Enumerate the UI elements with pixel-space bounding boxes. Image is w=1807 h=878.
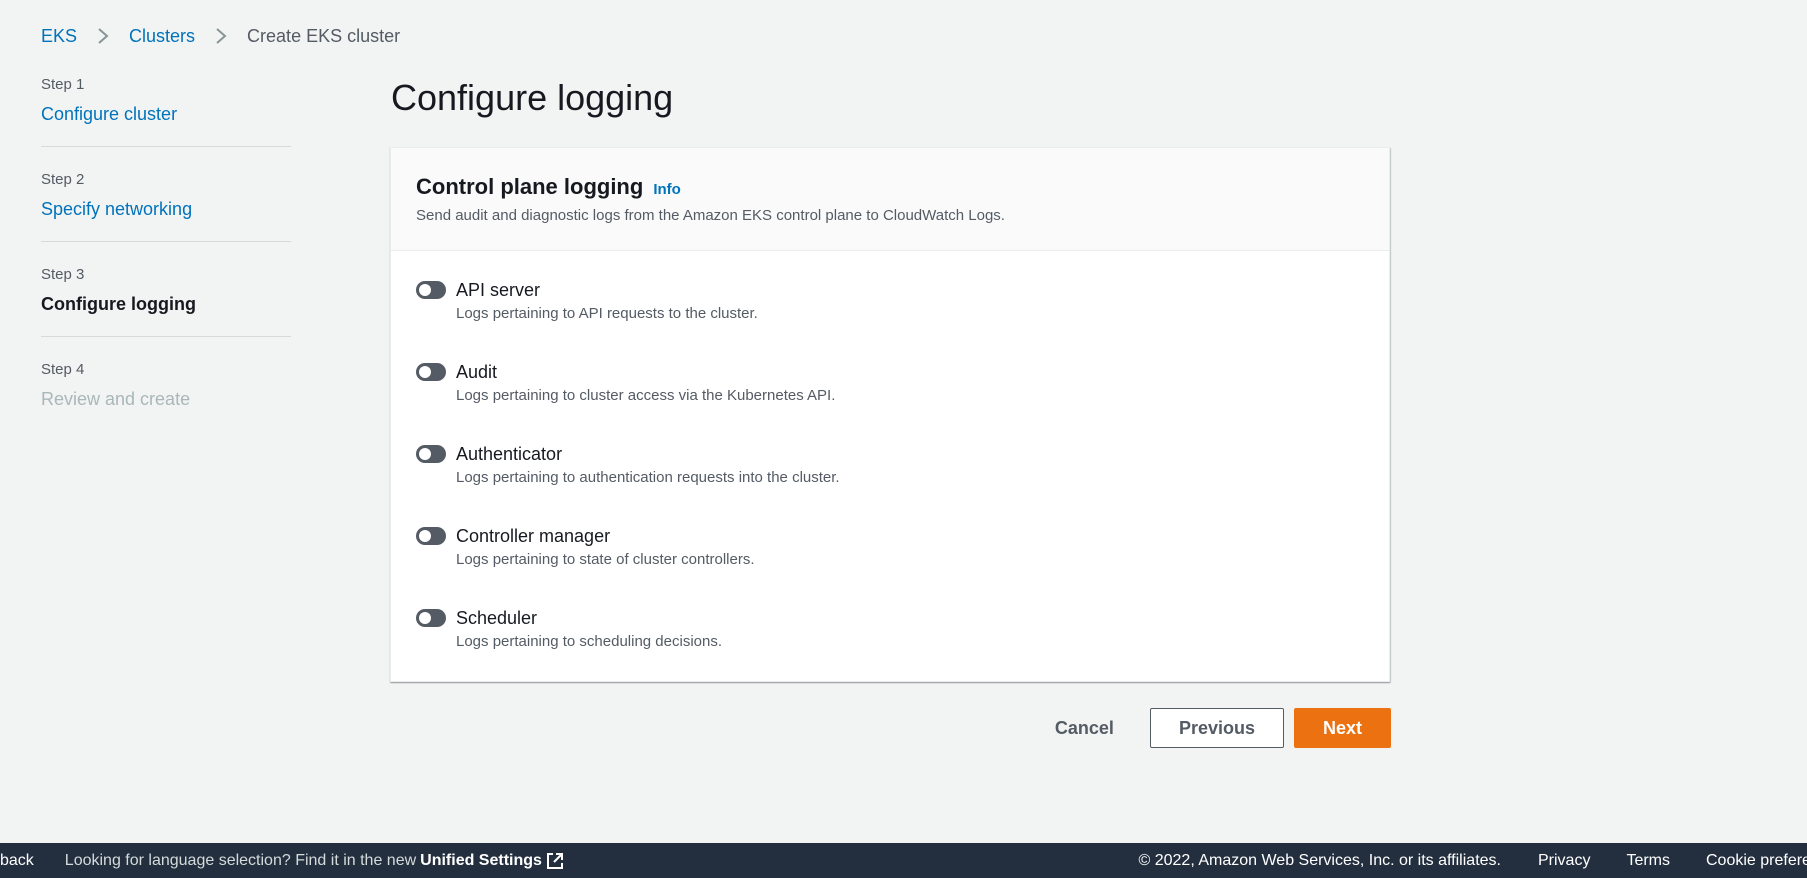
toggle-item-scheduler: Scheduler Logs pertaining to scheduling … — [416, 606, 1364, 688]
cancel-button[interactable]: Cancel — [1035, 708, 1134, 748]
breadcrumb-eks-link[interactable]: EKS — [41, 26, 77, 47]
info-link[interactable]: Info — [653, 181, 681, 198]
api-server-toggle[interactable] — [416, 281, 446, 299]
toggle-label: Scheduler — [456, 608, 538, 628]
page-title: Configure logging — [391, 77, 674, 118]
language-prompt: Looking for language selection? Find it … — [64, 851, 417, 869]
toggle-label: API server — [456, 280, 541, 300]
wizard-actions: Cancel Previous Next — [1035, 708, 1391, 748]
feedback-link[interactable]: back — [0, 852, 34, 870]
step-3: Step 3 Configure logging — [41, 266, 291, 337]
breadcrumb: EKS Clusters Create EKS cluster — [41, 24, 400, 48]
unified-settings-link[interactable]: Unified Settings — [420, 852, 564, 870]
panel-title: Control plane logging — [416, 174, 644, 199]
chevron-right-icon — [91, 24, 115, 48]
step-2: Step 2 Specify networking — [41, 171, 291, 242]
step-number: Step 1 — [41, 76, 85, 93]
cookie-preferences-link[interactable]: Cookie preferences — [1706, 852, 1807, 870]
toggle-knob — [419, 284, 431, 296]
toggle-text: API server Logs pertaining to API reques… — [456, 278, 758, 325]
breadcrumb-clusters-link[interactable]: Clusters — [129, 26, 195, 47]
panel-header: Control plane logging Info Send audit an… — [391, 148, 1389, 251]
toggle-text: Controller manager Logs pertaining to st… — [456, 524, 755, 571]
toggle-description: Logs pertaining to scheduling decisions. — [456, 633, 723, 650]
toggle-description: Logs pertaining to state of cluster cont… — [456, 551, 755, 568]
step-link-specify-networking[interactable]: Specify networking — [41, 197, 291, 221]
toggle-text: Audit Logs pertaining to cluster access … — [456, 360, 835, 407]
console-footer: back Looking for language selection? Fin… — [0, 843, 1807, 878]
toggle-knob — [419, 530, 431, 542]
step-number: Step 3 — [41, 266, 85, 283]
panel-description: Send audit and diagnostic logs from the … — [416, 207, 1005, 224]
step-disabled-review-and-create: Review and create — [41, 389, 191, 409]
step-number: Step 4 — [41, 361, 85, 378]
toggle-item-api-server: API server Logs pertaining to API reques… — [416, 278, 1364, 360]
previous-button[interactable]: Previous — [1149, 708, 1284, 748]
scheduler-toggle[interactable] — [416, 609, 446, 627]
toggle-item-authenticator: Authenticator Logs pertaining to authent… — [416, 442, 1364, 524]
logging-toggle-list: API server Logs pertaining to API reques… — [391, 251, 1389, 688]
step-current-configure-logging: Configure logging — [41, 294, 196, 314]
toggle-knob — [419, 612, 431, 624]
toggle-label: Audit — [456, 362, 498, 382]
toggle-description: Logs pertaining to cluster access via th… — [456, 387, 836, 404]
toggle-label: Controller manager — [456, 526, 611, 546]
privacy-link[interactable]: Privacy — [1538, 852, 1590, 870]
toggle-item-controller-manager: Controller manager Logs pertaining to st… — [416, 524, 1364, 606]
unified-settings-label: Unified Settings — [420, 851, 542, 869]
toggle-label: Authenticator — [456, 444, 563, 464]
copyright-text: © 2022, Amazon Web Services, Inc. or its… — [1138, 851, 1501, 869]
toggle-text: Scheduler Logs pertaining to scheduling … — [456, 606, 722, 653]
external-link-icon — [546, 852, 563, 869]
breadcrumb-current: Create EKS cluster — [247, 25, 401, 46]
footer-left: back Looking for language selection? Fin… — [0, 843, 564, 878]
step-number: Step 2 — [41, 171, 85, 188]
control-plane-logging-panel: Control plane logging Info Send audit an… — [390, 147, 1390, 682]
toggle-description: Logs pertaining to API requests to the c… — [456, 305, 758, 322]
step-link-configure-cluster[interactable]: Configure cluster — [41, 102, 291, 126]
wizard-steps-nav: Step 1 Configure cluster Step 2 Specify … — [41, 76, 291, 455]
terms-link[interactable]: Terms — [1626, 852, 1670, 870]
authenticator-toggle[interactable] — [416, 445, 446, 463]
toggle-text: Authenticator Logs pertaining to authent… — [456, 442, 840, 489]
controller-manager-toggle[interactable] — [416, 527, 446, 545]
footer-right: © 2022, Amazon Web Services, Inc. or its… — [1139, 843, 1807, 878]
step-1: Step 1 Configure cluster — [41, 76, 291, 147]
chevron-right-icon — [209, 24, 233, 48]
step-4: Step 4 Review and create — [41, 361, 291, 431]
toggle-description: Logs pertaining to authentication reques… — [456, 469, 840, 486]
panel-title-row: Control plane logging Info — [416, 172, 1364, 202]
toggle-item-audit: Audit Logs pertaining to cluster access … — [416, 360, 1364, 442]
audit-toggle[interactable] — [416, 363, 446, 381]
toggle-knob — [419, 448, 431, 460]
toggle-knob — [419, 366, 431, 378]
next-button[interactable]: Next — [1293, 708, 1391, 748]
